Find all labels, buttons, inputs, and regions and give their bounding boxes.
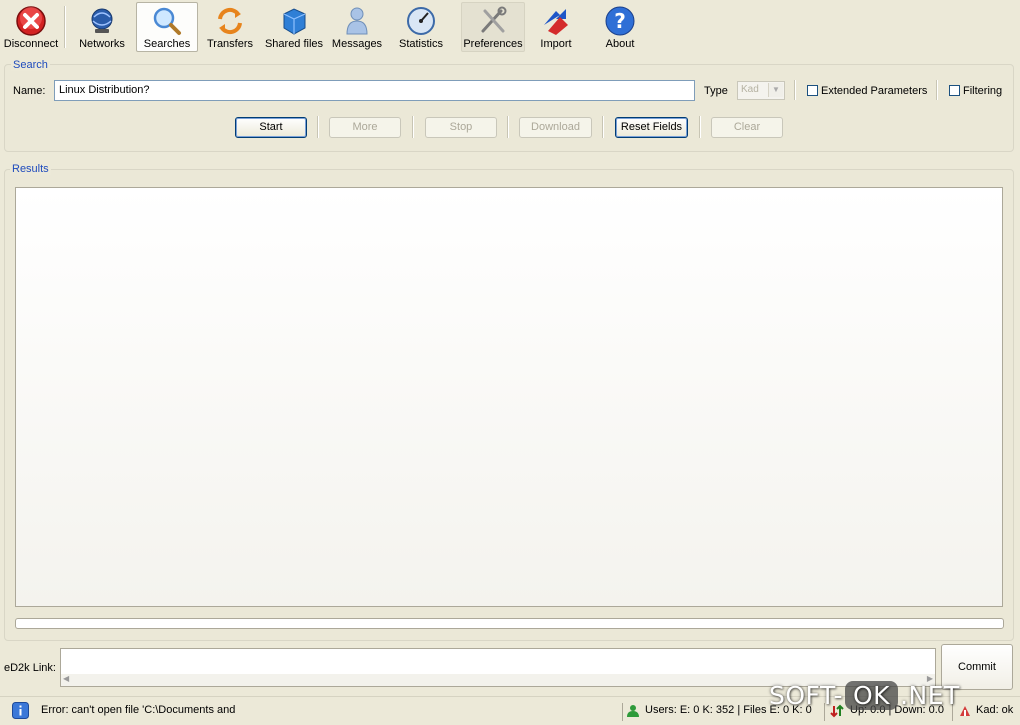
watermark-box: OK	[844, 681, 899, 710]
clear-button[interactable]: Clear	[711, 117, 783, 138]
separator	[412, 116, 414, 138]
results-group-title: Results	[10, 163, 51, 175]
separator	[936, 80, 938, 100]
import-label: Import	[540, 38, 572, 50]
more-button[interactable]: More	[329, 117, 401, 138]
help-icon: ?	[605, 6, 635, 36]
extended-parameters-checkbox[interactable]	[807, 85, 818, 96]
svg-text:?: ?	[614, 9, 626, 33]
status-divider	[622, 703, 623, 721]
about-label: About	[605, 38, 635, 50]
separator	[507, 116, 509, 138]
start-button[interactable]: Start	[235, 117, 307, 138]
separator	[699, 116, 701, 138]
connection-status: Kad: ok	[976, 704, 1014, 716]
stop-button[interactable]: Stop	[425, 117, 497, 138]
separator	[602, 116, 604, 138]
statistics-icon	[407, 7, 435, 35]
disconnect-icon	[16, 6, 46, 36]
searches-button[interactable]: Searches	[136, 2, 198, 52]
about-button[interactable]: ? About	[592, 2, 648, 52]
ed2k-link-label: eD2k Link:	[4, 662, 56, 674]
searches-label: Searches	[143, 38, 191, 50]
type-select[interactable]: Kad ▼	[737, 81, 785, 100]
networks-icon	[91, 8, 113, 33]
networks-button[interactable]: Networks	[72, 2, 132, 52]
searches-icon	[153, 7, 181, 35]
messages-icon	[346, 7, 368, 35]
search-group-title: Search	[11, 59, 50, 71]
reset-fields-button[interactable]: Reset Fields	[615, 117, 688, 138]
search-progress-bar	[15, 618, 1004, 629]
transfers-icon	[218, 7, 242, 35]
disconnect-button[interactable]: Disconnect	[2, 2, 60, 52]
transfers-label: Transfers	[206, 38, 254, 50]
watermark-right: .NET	[900, 681, 960, 710]
preferences-icon	[481, 6, 507, 33]
search-group	[4, 64, 1014, 152]
disconnect-label: Disconnect	[3, 38, 59, 50]
type-label: Type	[704, 85, 728, 97]
extended-parameters-label: Extended Parameters	[821, 85, 928, 97]
download-button[interactable]: Download	[519, 117, 592, 138]
shared-files-button[interactable]: Shared files	[262, 2, 326, 52]
transfers-button[interactable]: Transfers	[201, 2, 259, 52]
connection-icon	[960, 706, 970, 716]
messages-label: Messages	[331, 38, 383, 50]
import-icon	[544, 9, 568, 35]
info-icon	[12, 702, 29, 719]
shared-files-label: Shared files	[264, 38, 324, 50]
filtering-checkbox[interactable]	[949, 85, 960, 96]
networks-label: Networks	[79, 38, 125, 50]
import-button[interactable]: Import	[528, 2, 584, 52]
name-label: Name:	[13, 85, 46, 97]
separator	[317, 116, 319, 138]
shared-files-icon	[283, 8, 306, 35]
messages-button[interactable]: Messages	[329, 2, 385, 52]
filtering-label: Filtering	[963, 85, 1003, 97]
preferences-label: Preferences	[463, 38, 523, 50]
search-name-input[interactable]: Linux Distribution?	[54, 80, 695, 101]
chevron-down-icon: ▼	[768, 83, 783, 97]
users-icon	[627, 705, 639, 717]
separator	[794, 80, 796, 100]
statistics-button[interactable]: Statistics	[393, 2, 449, 52]
toolbar-separator	[64, 6, 66, 48]
results-list[interactable]	[15, 187, 1003, 607]
watermark-left: SOFT-	[769, 681, 843, 710]
scroll-left-icon[interactable]: ◀	[63, 674, 69, 683]
statistics-label: Statistics	[398, 38, 443, 50]
watermark: SOFT- OK .NET	[769, 681, 960, 717]
preferences-button[interactable]: Preferences	[461, 2, 525, 52]
main-toolbar: Disconnect Networks Searches Transfers S	[0, 0, 1020, 56]
status-message: Error: can't open file 'C:\Documents and	[41, 704, 236, 716]
type-select-value: Kad	[741, 84, 759, 95]
